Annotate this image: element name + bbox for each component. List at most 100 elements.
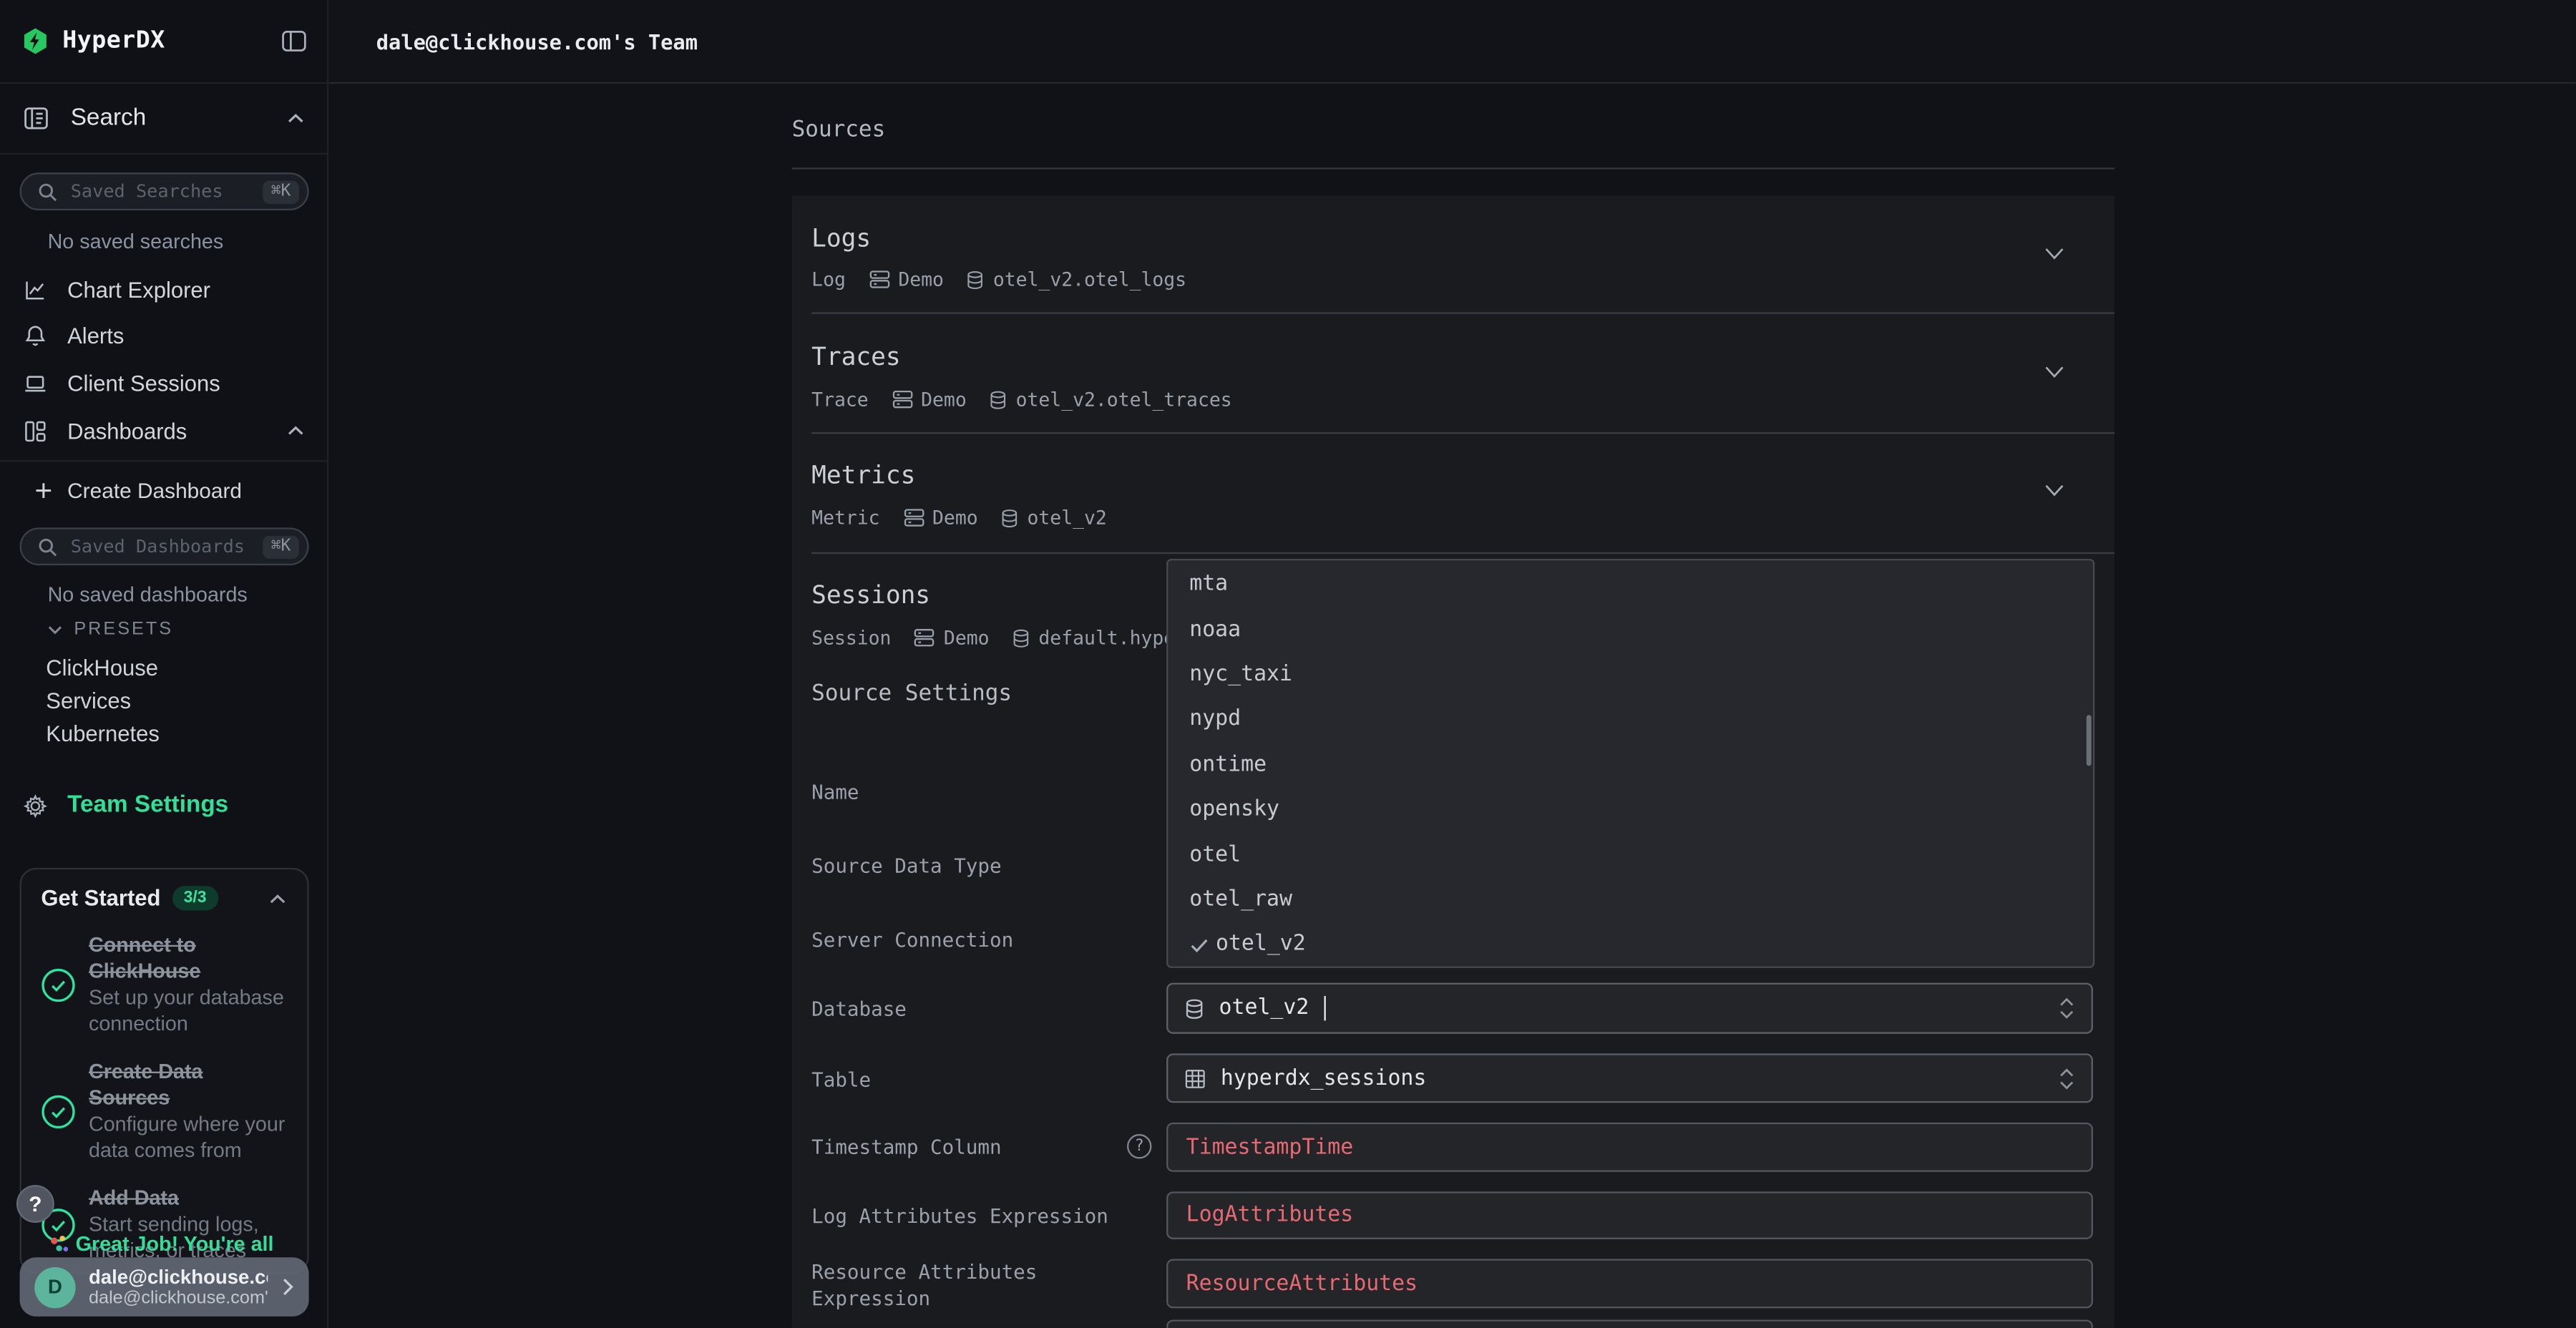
step-desc: Configure where your data comes from xyxy=(89,1111,288,1164)
source-connection: Demo xyxy=(944,626,990,649)
hyperdx-logo-icon[interactable] xyxy=(21,26,49,56)
log-attributes-input[interactable]: LogAttributes xyxy=(1166,1191,2093,1239)
create-dashboard-button[interactable]: Create Dashboard xyxy=(0,467,328,512)
dropdown-option-mta[interactable]: mta xyxy=(1168,562,2093,607)
source-meta-logs: Log Demo otel_v2.otel_logs xyxy=(811,268,1186,290)
app-title[interactable]: HyperDX xyxy=(62,28,165,54)
database-icon xyxy=(967,269,985,290)
timestamp-column-label: Timestamp Column xyxy=(811,1136,1001,1158)
get-started-header[interactable]: Get Started 3/3 xyxy=(41,886,287,910)
no-saved-searches-text: No saved searches xyxy=(48,230,224,253)
sidebar-collapse-icon[interactable] xyxy=(281,28,308,54)
step-title: Create Data Sources xyxy=(89,1058,288,1111)
title-divider xyxy=(792,167,2114,169)
section-divider xyxy=(811,432,2114,434)
dropdown-option-otel_v2-selected[interactable]: otel_v2 xyxy=(1168,922,2093,967)
server-icon xyxy=(914,628,936,648)
sidebar-item-label: Client Sessions xyxy=(67,371,220,395)
timestamp-column-input[interactable]: TimestampTime xyxy=(1166,1123,2093,1172)
source-connection: Demo xyxy=(921,388,967,411)
help-circle-icon[interactable]: ? xyxy=(1127,1134,1151,1158)
resource-attributes-value: ResourceAttributes xyxy=(1186,1271,1418,1296)
source-heading-traces: Traces xyxy=(811,342,900,371)
source-heading-logs: Logs xyxy=(811,223,871,253)
get-started-step-sources[interactable]: Create Data Sources Configure where your… xyxy=(41,1058,287,1163)
saved-dashboards-input[interactable] xyxy=(67,534,253,559)
source-type: Metric xyxy=(811,506,879,529)
sidebar-item-client-sessions[interactable]: Client Sessions xyxy=(0,360,328,406)
dropdown-option-opensky[interactable]: opensky xyxy=(1168,787,2093,832)
source-type: Log xyxy=(811,268,846,290)
name-label: Name xyxy=(811,781,859,804)
user-email: dale@clickhouse.com xyxy=(89,1266,268,1286)
source-meta-metrics: Metric Demo otel_v2 xyxy=(811,506,1107,529)
saved-dashboards-box[interactable]: ⌘K xyxy=(20,527,309,565)
server-icon xyxy=(903,508,924,528)
sidebar-item-dashboards[interactable]: Dashboards xyxy=(0,408,328,454)
team-settings-label: Team Settings xyxy=(67,792,228,819)
chevron-right-icon xyxy=(281,1277,294,1297)
presets-toggle[interactable]: PRESETS xyxy=(48,620,174,640)
chevron-up-icon xyxy=(286,424,306,437)
dropdown-option-nyc_taxi[interactable]: nyc_taxi xyxy=(1168,652,2093,697)
user-team: dale@clickhouse.com's xyxy=(89,1289,268,1307)
check-icon xyxy=(1189,935,1209,955)
step-title: Connect to ClickHouse xyxy=(89,932,288,985)
source-connection: Demo xyxy=(932,506,978,529)
table-select[interactable]: hyperdx_sessions xyxy=(1166,1053,2093,1103)
saved-searches-input[interactable] xyxy=(67,179,253,203)
database-select[interactable]: otel_v2 xyxy=(1166,983,2093,1034)
chevron-down-icon[interactable] xyxy=(2044,483,2065,498)
sidebar-item-services[interactable]: Services xyxy=(46,684,308,717)
magnifier-icon xyxy=(38,537,58,557)
saved-searches-shortcut: ⌘K xyxy=(263,180,299,203)
dropdown-option-nypd[interactable]: nypd xyxy=(1168,697,2093,742)
source-settings-title: Source Settings xyxy=(811,680,1012,707)
avatar: D xyxy=(34,1266,75,1307)
database-value: otel_v2 xyxy=(1219,996,1309,1020)
select-updown-icon xyxy=(2059,996,2075,1020)
sidebar-item-kubernetes[interactable]: Kubernetes xyxy=(46,716,308,749)
laptop-icon xyxy=(23,371,47,395)
resource-attributes-label-line2: Expression xyxy=(811,1287,930,1310)
get-started-step-connect[interactable]: Connect to ClickHouse Set up your databa… xyxy=(41,932,287,1037)
dropdown-scrollbar-thumb[interactable] xyxy=(2086,715,2092,766)
page-title: Sources xyxy=(792,117,886,143)
resource-attributes-label-line1: Resource Attributes xyxy=(811,1261,1037,1284)
next-input-partial[interactable] xyxy=(1166,1319,2093,1327)
dropdown-option-otel_raw[interactable]: otel_raw xyxy=(1168,877,2093,922)
user-menu[interactable]: D dale@clickhouse.com dale@clickhouse.co… xyxy=(20,1257,309,1317)
source-table: otel_v2 xyxy=(1028,506,1107,529)
dashboards-icon xyxy=(23,419,47,443)
get-started-progress-badge: 3/3 xyxy=(172,886,218,910)
check-circle-icon xyxy=(41,967,75,1002)
saved-dashboards-shortcut: ⌘K xyxy=(263,535,299,558)
dropdown-option-ontime[interactable]: ontime xyxy=(1168,742,2093,787)
gear-icon xyxy=(23,793,47,817)
chevron-down-icon[interactable] xyxy=(2044,365,2065,380)
table-icon xyxy=(1184,1068,1206,1089)
get-started-title: Get Started xyxy=(41,886,160,910)
dropdown-option-otel[interactable]: otel xyxy=(1168,832,2093,877)
presets-label: PRESETS xyxy=(74,620,173,640)
help-button[interactable]: ? xyxy=(16,1185,54,1223)
chart-icon xyxy=(23,277,47,301)
database-dropdown: mta noaa nyc_taxi nypd ontime opensky ot… xyxy=(1166,559,2094,968)
create-dashboard-label: Create Dashboard xyxy=(67,477,242,502)
resource-attributes-input[interactable]: ResourceAttributes xyxy=(1166,1259,2093,1309)
sidebar-item-chart-explorer[interactable]: Chart Explorer xyxy=(0,266,328,312)
sidebar-item-alerts[interactable]: Alerts xyxy=(0,312,328,358)
log-attributes-label: Log Attributes Expression xyxy=(811,1205,1108,1228)
check-circle-icon xyxy=(41,1094,75,1128)
table-label: Table xyxy=(811,1068,871,1091)
database-icon xyxy=(1184,997,1204,1020)
dropdown-option-noaa[interactable]: noaa xyxy=(1168,607,2093,652)
database-icon xyxy=(990,389,1008,410)
team-settings-link[interactable]: Team Settings xyxy=(0,782,328,828)
saved-searches-box[interactable]: ⌘K xyxy=(20,172,309,210)
chevron-down-icon[interactable] xyxy=(2044,247,2065,262)
sidebar-section-search[interactable]: Search xyxy=(0,84,328,155)
sidebar-item-clickhouse[interactable]: ClickHouse xyxy=(46,651,308,684)
database-icon xyxy=(1001,507,1019,529)
sidebar-item-label: Alerts xyxy=(67,323,124,347)
